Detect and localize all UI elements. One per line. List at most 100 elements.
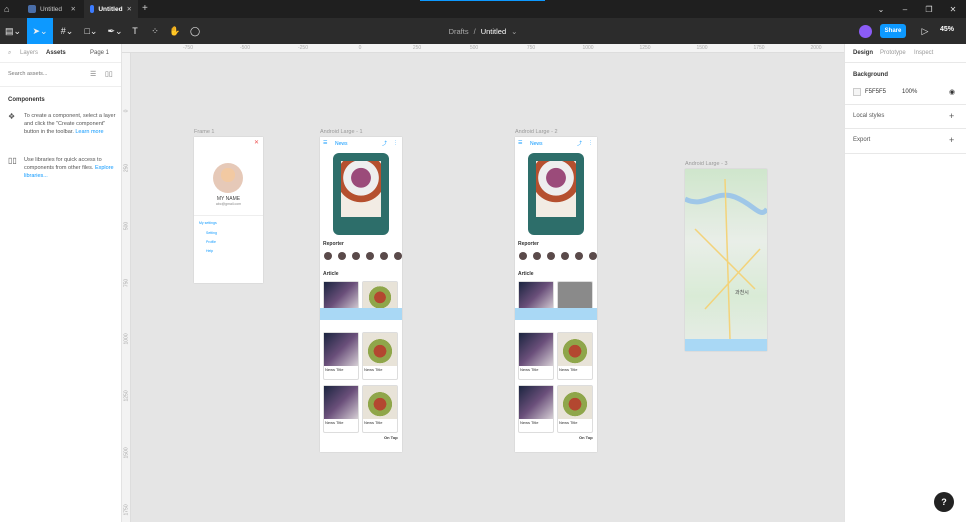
components-title: Components (8, 97, 45, 103)
right-panel: Design Prototype Inspect Background F5F5… (844, 44, 966, 522)
window-close-icon[interactable]: ✕ (942, 0, 964, 18)
map-city-label: 과천시 (735, 290, 749, 296)
search-input[interactable] (8, 69, 78, 79)
hero-image (536, 161, 576, 217)
article-title: News Title (325, 367, 344, 372)
frame-label[interactable]: Android Large - 2 (515, 129, 558, 135)
section-title: Article (518, 271, 534, 277)
divider (0, 86, 121, 87)
main-menu-icon[interactable]: ▤⌄ (0, 18, 26, 44)
article-image (324, 282, 358, 310)
component-hint: To create a component, select a layer an… (24, 112, 116, 136)
frame-tool-icon[interactable]: #⌄ (54, 18, 80, 44)
file-name[interactable]: Untitled (481, 27, 506, 36)
on-top-label: On Top (384, 435, 398, 440)
share-icon: ⤴ (382, 141, 388, 147)
divider (845, 128, 966, 129)
tab-untitled-2[interactable]: Untitled ✕ (84, 0, 138, 18)
divider (0, 62, 121, 63)
learn-more-link[interactable]: Learn more (75, 129, 103, 135)
frame-label[interactable]: Android Large - 1 (320, 129, 363, 135)
share-button[interactable]: Share (880, 24, 906, 38)
ruler-tick: 250 (123, 163, 130, 173)
frame-label[interactable]: Frame 1 (194, 129, 214, 135)
reporter-avatar (366, 252, 374, 260)
tab-inspect[interactable]: Inspect (914, 50, 933, 56)
shape-tool-icon[interactable]: □⌄ (78, 18, 104, 44)
article-card (323, 281, 359, 311)
android-large-1[interactable]: ☰ News ⤴ ⋮ Reporter Article News Title N… (320, 137, 402, 452)
tab-design[interactable]: Design (853, 50, 873, 56)
chevron-down-icon[interactable]: ⌄ (870, 0, 892, 18)
ruler-tick: 1000 (582, 45, 594, 51)
breadcrumb: Drafts / Untitled ⌄ (400, 18, 566, 44)
bg-hex[interactable]: F5F5F5 (865, 89, 886, 95)
eye-icon[interactable]: ◉ (949, 88, 955, 96)
article-card: News Title (323, 332, 359, 380)
background-title: Background (853, 72, 889, 78)
hero-carousel (333, 153, 389, 235)
android-large-2[interactable]: ☰ News ⤴ ⋮ Reporter Article News Title N… (515, 137, 597, 452)
reporter-avatar (394, 252, 402, 260)
share-icon: ⤴ (577, 141, 583, 147)
menu-item: Setting (206, 231, 217, 235)
ruler-tick: 1500 (696, 45, 708, 51)
frame-label[interactable]: Android Large - 3 (685, 161, 728, 167)
hero-carousel (528, 153, 584, 235)
profile-photo (213, 163, 243, 193)
play-icon[interactable]: ▷ (912, 18, 938, 44)
comment-icon[interactable]: ◯ (182, 18, 208, 44)
ruler-tick: 1500 (123, 447, 130, 459)
ruler-tick: 0 (123, 109, 130, 113)
avatar[interactable] (859, 25, 872, 38)
add-icon[interactable]: + (949, 111, 954, 121)
ruler-tick: -500 (239, 45, 250, 51)
ruler-tick: 1250 (123, 390, 130, 402)
divider (194, 215, 263, 216)
bottom-nav (320, 308, 402, 320)
new-tab-icon[interactable]: + (142, 3, 148, 14)
on-top-label: On Top (579, 435, 593, 440)
android-large-3[interactable]: 과천시 (685, 169, 767, 351)
ruler-tick: 250 (412, 45, 422, 51)
color-swatch[interactable] (853, 88, 861, 96)
figma-file-icon (28, 5, 36, 13)
article-title: News Title (364, 367, 383, 372)
article-title: News Title (520, 420, 539, 425)
library-icon[interactable]: ▯▯ (105, 70, 113, 78)
tab-layers[interactable]: Layers (20, 50, 38, 56)
close-icon[interactable]: ✕ (127, 5, 132, 13)
move-tool-icon[interactable]: ➤⌄ (27, 18, 53, 44)
tab-prototype[interactable]: Prototype (880, 50, 906, 56)
frame-1[interactable]: ✕ MY NAME abc@gmail.com My settings Sett… (194, 137, 263, 283)
article-card: News Title (518, 385, 554, 433)
library-hint: Use libraries for quick access to compon… (24, 156, 116, 180)
list-view-icon[interactable]: ☰ (90, 70, 96, 78)
app-title: News (530, 141, 543, 147)
article-image (519, 333, 553, 366)
app-title: News (335, 141, 348, 147)
page-selector[interactable]: Page 1 (90, 50, 109, 56)
article-card (518, 281, 554, 311)
divider (845, 153, 966, 154)
local-styles-title: Local styles (853, 113, 885, 119)
article-image (363, 386, 397, 419)
reporter-avatar (547, 252, 555, 260)
article-title: News Title (559, 420, 578, 425)
zoom-level[interactable]: 45% (940, 26, 954, 33)
add-icon[interactable]: + (949, 135, 954, 145)
article-image (363, 333, 397, 366)
breadcrumb-drafts[interactable]: Drafts (449, 27, 469, 36)
close-icon[interactable]: ✕ (71, 5, 76, 13)
home-icon[interactable]: ⌂ (4, 4, 14, 14)
tab-assets[interactable]: Assets (46, 50, 66, 56)
tab-untitled-1[interactable]: Untitled ✕ (22, 0, 82, 18)
ruler-left: 0 250 500 750 1000 1250 1500 1750 (122, 53, 131, 522)
more-icon: ⋮ (588, 140, 593, 146)
bg-opacity[interactable]: 100% (902, 89, 917, 95)
maximize-icon[interactable]: ❐ (918, 0, 940, 18)
minimize-icon[interactable]: – (894, 0, 916, 18)
help-icon[interactable]: ? (934, 492, 954, 512)
chevron-down-icon[interactable]: ⌄ (511, 27, 517, 36)
ruler-tick: 1250 (639, 45, 651, 51)
